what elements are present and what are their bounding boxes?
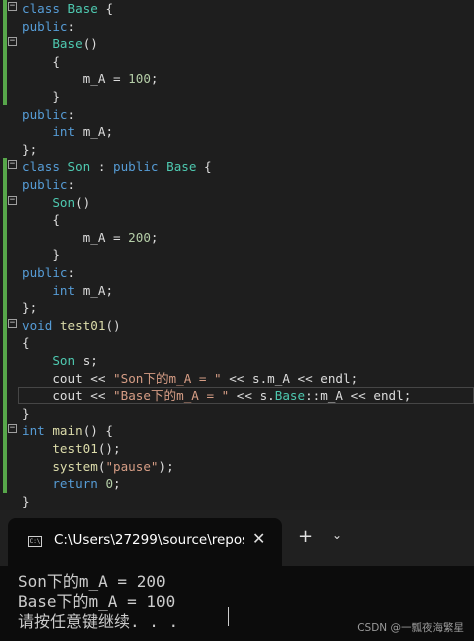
fold-toggle-icon[interactable]: − <box>8 37 17 47</box>
code-text: }; <box>22 300 38 316</box>
code-line: { <box>0 53 474 71</box>
close-icon[interactable]: ✕ <box>252 529 265 548</box>
code-line: int m_A; <box>0 282 474 300</box>
code-text: public: <box>22 106 76 122</box>
code-text: public: <box>22 265 76 280</box>
tab-title: C:\Users\27299\source\repos\ <box>54 532 244 548</box>
code-text: } <box>22 89 60 104</box>
code-text: int m_A; <box>52 282 114 298</box>
code-text: m_A = 100; <box>82 71 159 87</box>
code-line: − int main() { <box>0 422 474 440</box>
code-line: } <box>0 405 474 423</box>
code-line: system("pause"); <box>0 458 474 476</box>
code-line: int m_A; <box>0 123 474 141</box>
code-line: − class Son : public Base { <box>0 158 474 176</box>
code-text: } <box>22 247 60 263</box>
code-line: test01(); <box>0 440 474 458</box>
code-line: − void test01() <box>0 317 474 335</box>
code-text: class Son : public Base { <box>22 159 212 175</box>
code-text: m_A = 200; <box>82 229 159 245</box>
new-tab-button[interactable]: + <box>298 528 313 546</box>
code-line: }; <box>0 299 474 317</box>
code-text: test01(); <box>52 441 121 456</box>
code-line: − Base() <box>0 35 474 53</box>
code-line: m_A = 200; <box>0 229 474 247</box>
code-text: int m_A; <box>52 124 114 140</box>
code-line: − Son() <box>0 194 474 212</box>
code-text: class Base { <box>22 1 114 16</box>
code-text: return 0; <box>52 476 121 492</box>
code-text: Base() <box>52 36 98 52</box>
code-text: { <box>22 335 30 351</box>
code-line: Son s; <box>0 352 474 370</box>
code-text: }; <box>22 141 38 157</box>
code-text: Son s; <box>52 353 98 368</box>
code-line: cout << "Base下的m_A = " << s.Base::m_A <<… <box>0 387 474 405</box>
chevron-down-icon[interactable]: ⌄ <box>332 528 342 542</box>
terminal-tab[interactable]: C:\ C:\Users\27299\source\repos\ ✕ <box>8 518 282 566</box>
code-editor[interactable]: − class Base {public: − Base() { m_A = 100… <box>0 0 474 510</box>
command-prompt-icon: C:\ <box>28 536 42 547</box>
code-line: public: <box>0 106 474 124</box>
fold-toggle-icon[interactable]: − <box>8 195 17 205</box>
code-line: } <box>0 246 474 264</box>
code-line: m_A = 100; <box>0 70 474 88</box>
code-line: return 0; <box>0 475 474 493</box>
code-text: } <box>22 405 30 421</box>
code-text: int main() { <box>22 423 114 439</box>
code-text: { <box>22 53 60 69</box>
code-line: − class Base { <box>0 0 474 18</box>
code-text: system("pause"); <box>52 458 174 474</box>
code-text: cout << "Son下的m_A = " << s.m_A << endl; <box>52 370 359 386</box>
fold-toggle-icon[interactable]: − <box>8 2 17 11</box>
code-text: cout << "Base下的m_A = " << s.Base::m_A <<… <box>52 388 412 404</box>
code-line: public: <box>0 18 474 36</box>
code-line: { <box>0 211 474 229</box>
terminal-window[interactable]: C:\ C:\Users\27299\source\repos\ ✕ + ⌄ S… <box>0 510 474 641</box>
code-text: public: <box>22 18 76 34</box>
code-line: } <box>0 88 474 106</box>
fold-toggle-icon[interactable]: − <box>8 160 17 170</box>
terminal-output-line: 请按任意键继续. . . <box>18 612 179 631</box>
terminal-tab-bar: C:\ C:\Users\27299\source\repos\ ✕ + ⌄ <box>0 510 474 566</box>
code-line: public: <box>0 176 474 194</box>
code-line: cout << "Son下的m_A = " << s.m_A << endl; <box>0 370 474 388</box>
code-text: } <box>22 493 30 509</box>
text-caret <box>228 607 229 626</box>
code-line: }; <box>0 141 474 159</box>
fold-toggle-icon[interactable]: − <box>8 424 17 434</box>
code-text: public: <box>22 177 76 192</box>
code-line: public: <box>0 264 474 282</box>
fold-toggle-icon[interactable]: − <box>8 318 17 328</box>
watermark: CSDN @一瓢夜海繁星 <box>357 622 464 634</box>
code-text: void test01() <box>22 317 121 333</box>
code-text: Son() <box>52 194 91 210</box>
code-text: { <box>22 212 60 228</box>
code-line: } <box>0 493 474 511</box>
code-line: { <box>0 334 474 352</box>
